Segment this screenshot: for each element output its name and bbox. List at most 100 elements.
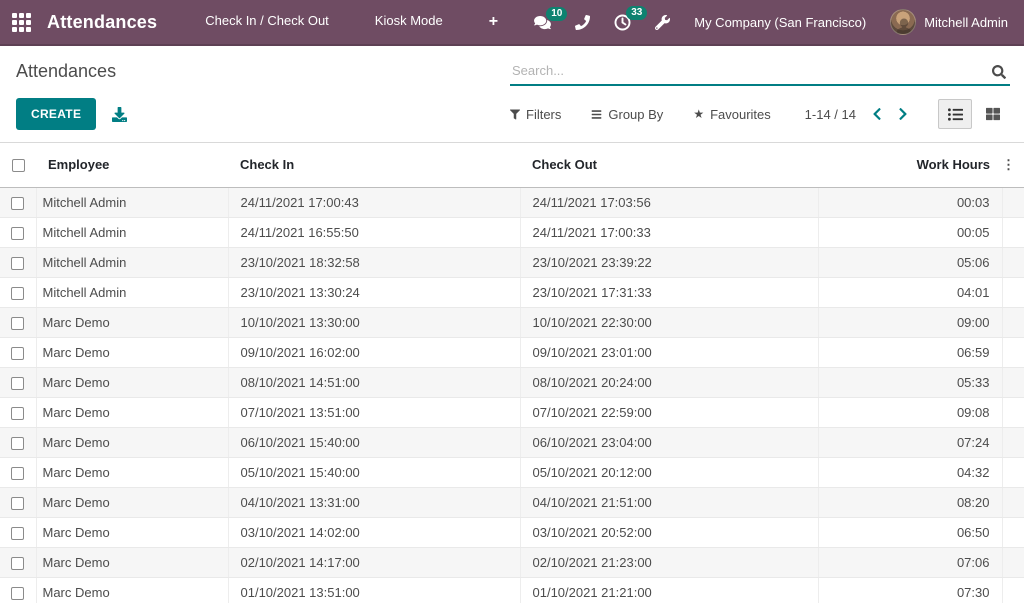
cell-check-out[interactable]: 23/10/2021 17:31:33 [520,277,818,307]
cell-check-out[interactable]: 06/10/2021 23:04:00 [520,427,818,457]
cell-check-out[interactable]: 24/11/2021 17:03:56 [520,187,818,217]
row-checkbox[interactable] [11,377,24,390]
cell-work-hours[interactable]: 07:24 [818,427,1002,457]
table-row[interactable]: Marc Demo07/10/2021 13:51:0007/10/2021 2… [0,397,1024,427]
row-checkbox[interactable] [11,317,24,330]
cell-check-out[interactable]: 05/10/2021 20:12:00 [520,457,818,487]
cell-work-hours[interactable]: 05:33 [818,367,1002,397]
cell-check-out[interactable]: 23/10/2021 23:39:22 [520,247,818,277]
row-checkbox[interactable] [11,527,24,540]
table-row[interactable]: Mitchell Admin24/11/2021 16:55:5024/11/2… [0,217,1024,247]
menu-plus[interactable]: + [489,13,498,31]
cell-employee[interactable]: Marc Demo [36,337,228,367]
row-checkbox[interactable] [11,557,24,570]
cell-work-hours[interactable]: 04:32 [818,457,1002,487]
cell-check-in[interactable]: 09/10/2021 16:02:00 [228,337,520,367]
row-checkbox[interactable] [11,497,24,510]
group-by-button[interactable]: Group By [591,107,663,122]
cell-employee[interactable]: Mitchell Admin [36,217,228,247]
list-view-button[interactable] [938,99,972,129]
optional-columns-toggle-icon[interactable]: ⋮ [1002,143,1024,187]
search-icon[interactable] [992,65,1006,82]
table-row[interactable]: Marc Demo02/10/2021 14:17:0002/10/2021 2… [0,547,1024,577]
search-input[interactable] [510,59,1010,84]
table-row[interactable]: Marc Demo09/10/2021 16:02:0009/10/2021 2… [0,337,1024,367]
cell-check-out[interactable]: 24/11/2021 17:00:33 [520,217,818,247]
table-row[interactable]: Marc Demo01/10/2021 13:51:0001/10/2021 2… [0,577,1024,603]
cell-employee[interactable]: Mitchell Admin [36,187,228,217]
cell-work-hours[interactable]: 09:08 [818,397,1002,427]
cell-employee[interactable]: Marc Demo [36,487,228,517]
kanban-view-button[interactable] [976,99,1010,129]
cell-check-out[interactable]: 01/10/2021 21:21:00 [520,577,818,603]
cell-work-hours[interactable]: 00:03 [818,187,1002,217]
cell-employee[interactable]: Marc Demo [36,457,228,487]
cell-check-out[interactable]: 07/10/2021 22:59:00 [520,397,818,427]
table-row[interactable]: Mitchell Admin24/11/2021 17:00:4324/11/2… [0,187,1024,217]
cell-check-out[interactable]: 04/10/2021 21:51:00 [520,487,818,517]
cell-work-hours[interactable]: 06:50 [818,517,1002,547]
row-checkbox[interactable] [11,347,24,360]
cell-employee[interactable]: Mitchell Admin [36,247,228,277]
cell-work-hours[interactable]: 04:01 [818,277,1002,307]
export-download-icon[interactable] [112,107,127,122]
cell-employee[interactable]: Marc Demo [36,577,228,603]
cell-check-in[interactable]: 24/11/2021 17:00:43 [228,187,520,217]
cell-work-hours[interactable]: 06:59 [818,337,1002,367]
cell-check-out[interactable]: 08/10/2021 20:24:00 [520,367,818,397]
messages-icon[interactable]: 10 [534,15,551,30]
table-row[interactable]: Mitchell Admin23/10/2021 13:30:2423/10/2… [0,277,1024,307]
cell-check-in[interactable]: 23/10/2021 18:32:58 [228,247,520,277]
header-check-in[interactable]: Check In [228,143,520,187]
cell-check-in[interactable]: 24/11/2021 16:55:50 [228,217,520,247]
cell-work-hours[interactable]: 00:05 [818,217,1002,247]
header-check-out[interactable]: Check Out [520,143,818,187]
cell-work-hours[interactable]: 07:06 [818,547,1002,577]
select-all-checkbox[interactable] [12,159,25,172]
cell-employee[interactable]: Marc Demo [36,427,228,457]
apps-menu-icon[interactable] [12,13,31,32]
cell-check-in[interactable]: 10/10/2021 13:30:00 [228,307,520,337]
cell-check-out[interactable]: 09/10/2021 23:01:00 [520,337,818,367]
favourites-button[interactable]: ★ Favourites [693,107,770,122]
row-checkbox[interactable] [11,587,24,600]
app-title[interactable]: Attendances [47,12,157,33]
cell-work-hours[interactable]: 05:06 [818,247,1002,277]
table-row[interactable]: Marc Demo10/10/2021 13:30:0010/10/2021 2… [0,307,1024,337]
create-button[interactable]: CREATE [16,98,96,130]
cell-work-hours[interactable]: 07:30 [818,577,1002,603]
menu-kiosk-mode[interactable]: Kiosk Mode [375,13,443,31]
cell-check-out[interactable]: 03/10/2021 20:52:00 [520,517,818,547]
activities-clock-icon[interactable]: 33 [614,14,631,31]
cell-check-in[interactable]: 01/10/2021 13:51:00 [228,577,520,603]
row-checkbox[interactable] [11,407,24,420]
cell-check-in[interactable]: 02/10/2021 14:17:00 [228,547,520,577]
table-row[interactable]: Marc Demo08/10/2021 14:51:0008/10/2021 2… [0,367,1024,397]
menu-check-in-check-out[interactable]: Check In / Check Out [205,13,329,31]
user-menu[interactable]: Mitchell Admin [890,9,1008,35]
row-checkbox[interactable] [11,257,24,270]
pager-next-icon[interactable] [898,107,908,121]
row-checkbox[interactable] [11,227,24,240]
cell-check-in[interactable]: 08/10/2021 14:51:00 [228,367,520,397]
row-checkbox[interactable] [11,437,24,450]
cell-check-in[interactable]: 06/10/2021 15:40:00 [228,427,520,457]
cell-check-in[interactable]: 23/10/2021 13:30:24 [228,277,520,307]
header-employee[interactable]: Employee [36,143,228,187]
cell-check-in[interactable]: 05/10/2021 15:40:00 [228,457,520,487]
table-row[interactable]: Marc Demo06/10/2021 15:40:0006/10/2021 2… [0,427,1024,457]
cell-employee[interactable]: Marc Demo [36,547,228,577]
cell-work-hours[interactable]: 08:20 [818,487,1002,517]
row-checkbox[interactable] [11,197,24,210]
table-row[interactable]: Mitchell Admin23/10/2021 18:32:5823/10/2… [0,247,1024,277]
cell-employee[interactable]: Marc Demo [36,367,228,397]
cell-employee[interactable]: Marc Demo [36,517,228,547]
company-switcher[interactable]: My Company (San Francisco) [694,15,866,30]
cell-employee[interactable]: Marc Demo [36,397,228,427]
phone-icon[interactable] [575,15,590,30]
cell-employee[interactable]: Mitchell Admin [36,277,228,307]
cell-check-in[interactable]: 04/10/2021 13:31:00 [228,487,520,517]
cell-work-hours[interactable]: 09:00 [818,307,1002,337]
cell-employee[interactable]: Marc Demo [36,307,228,337]
cell-check-out[interactable]: 10/10/2021 22:30:00 [520,307,818,337]
